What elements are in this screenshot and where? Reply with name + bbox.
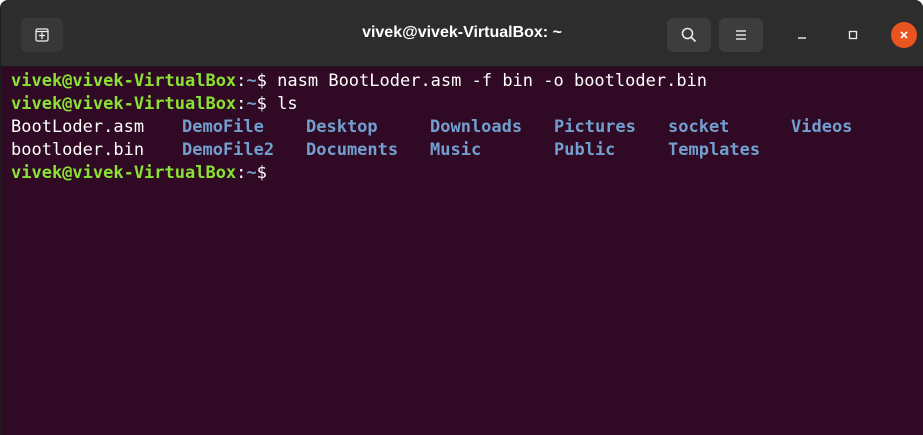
prompt-symbol: $ [256,94,278,114]
search-icon [681,27,697,43]
prompt-symbol: $ [256,163,267,183]
minimize-button[interactable] [789,22,815,48]
window-title: vivek@vivek-VirtualBox: ~ [362,24,562,41]
ls-entry-dir: DemoFile [182,117,264,137]
ls-entry-file: bootloder.bin [11,140,145,160]
terminal-window: vivek@vivek-VirtualBox: ~ vivek@vivek-Vi… [0,0,923,435]
command-line: vivek@vivek-VirtualBox:~$ nasm BootLoder… [11,70,923,93]
ls-entry-dir: Desktop [306,117,378,137]
close-button[interactable] [891,22,917,48]
new-tab-button[interactable] [21,18,63,52]
prompt-symbol: $ [256,71,278,91]
ls-entry-dir: Pictures [554,117,636,137]
ls-output: BootLoder.asm DemoFile Desktop Downloads… [11,116,923,162]
prompt-path: ~ [246,94,257,114]
command-line: vivek@vivek-VirtualBox:~$ [11,162,923,185]
command-text: nasm BootLoder.asm -f bin -o bootloder.b… [277,71,708,91]
prompt-separator: : [236,71,247,91]
command-text: ls [277,94,298,114]
terminal-output[interactable]: vivek@vivek-VirtualBox:~$ nasm BootLoder… [1,67,923,435]
command-line: vivek@vivek-VirtualBox:~$ ls [11,93,923,116]
maximize-button[interactable] [840,22,866,48]
prompt-user: vivek@vivek-VirtualBox [11,94,237,114]
close-icon [900,31,908,39]
ls-entry-dir: Videos [791,117,853,137]
ls-entry-dir: Documents [306,140,399,160]
ls-entry-file: BootLoder.asm [11,117,145,137]
prompt-user: vivek@vivek-VirtualBox [11,71,237,91]
ls-entry-dir: Music [430,140,482,160]
ls-entry-dir: Templates [668,140,761,160]
prompt-path: ~ [246,163,257,183]
search-button[interactable] [667,18,711,52]
maximize-icon [848,30,858,40]
ls-entry-dir: Public [554,140,616,160]
hamburger-menu-icon [736,30,746,40]
ls-entry-dir: DemoFile2 [182,140,275,160]
prompt-separator: : [236,163,247,183]
ls-entry-dir: Downloads [430,117,523,137]
new-tab-icon [35,28,49,42]
prompt-separator: : [236,94,247,114]
minimize-icon [798,37,806,39]
prompt-path: ~ [246,71,257,91]
prompt-user: vivek@vivek-VirtualBox [11,163,237,183]
menu-button[interactable] [719,18,763,52]
title-bar[interactable]: vivek@vivek-VirtualBox: ~ [1,0,923,67]
ls-entry-dir: socket [668,117,730,137]
